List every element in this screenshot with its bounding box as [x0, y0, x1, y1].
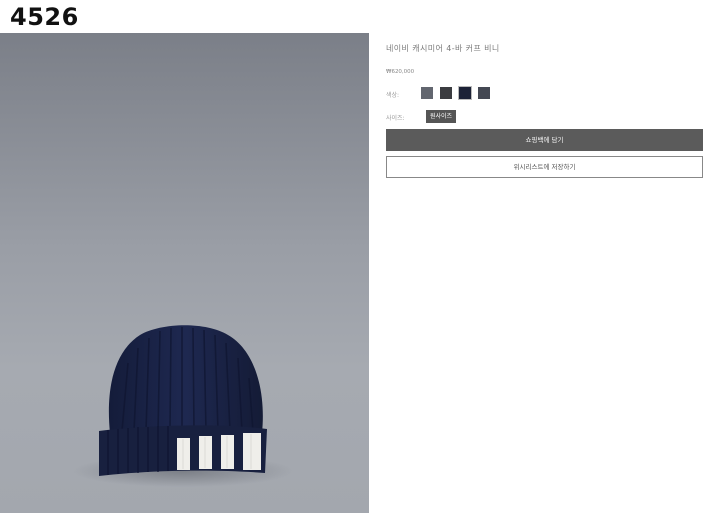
color-swatch-charcoal[interactable]: [440, 87, 452, 99]
product-title: 네이비 캐시미어 4-바 커프 비니: [386, 44, 500, 53]
color-swatches: [421, 86, 490, 100]
beanie-illustration: [73, 325, 293, 487]
color-swatch-dark-gray[interactable]: [478, 87, 490, 99]
color-label: 색상:: [386, 92, 400, 99]
size-label: 사이즈:: [386, 115, 405, 122]
product-price: ₩620,000: [386, 69, 415, 75]
add-to-wishlist-button[interactable]: 위시리스트에 저장하기: [386, 156, 703, 178]
color-swatch-navy[interactable]: [458, 86, 472, 100]
color-swatch-gray[interactable]: [421, 87, 433, 99]
page-label: 4526: [10, 3, 79, 31]
product-image: [0, 33, 369, 513]
add-to-cart-button[interactable]: 쇼핑백에 담기: [386, 129, 703, 151]
size-option-one-size[interactable]: 원사이즈: [426, 110, 457, 123]
